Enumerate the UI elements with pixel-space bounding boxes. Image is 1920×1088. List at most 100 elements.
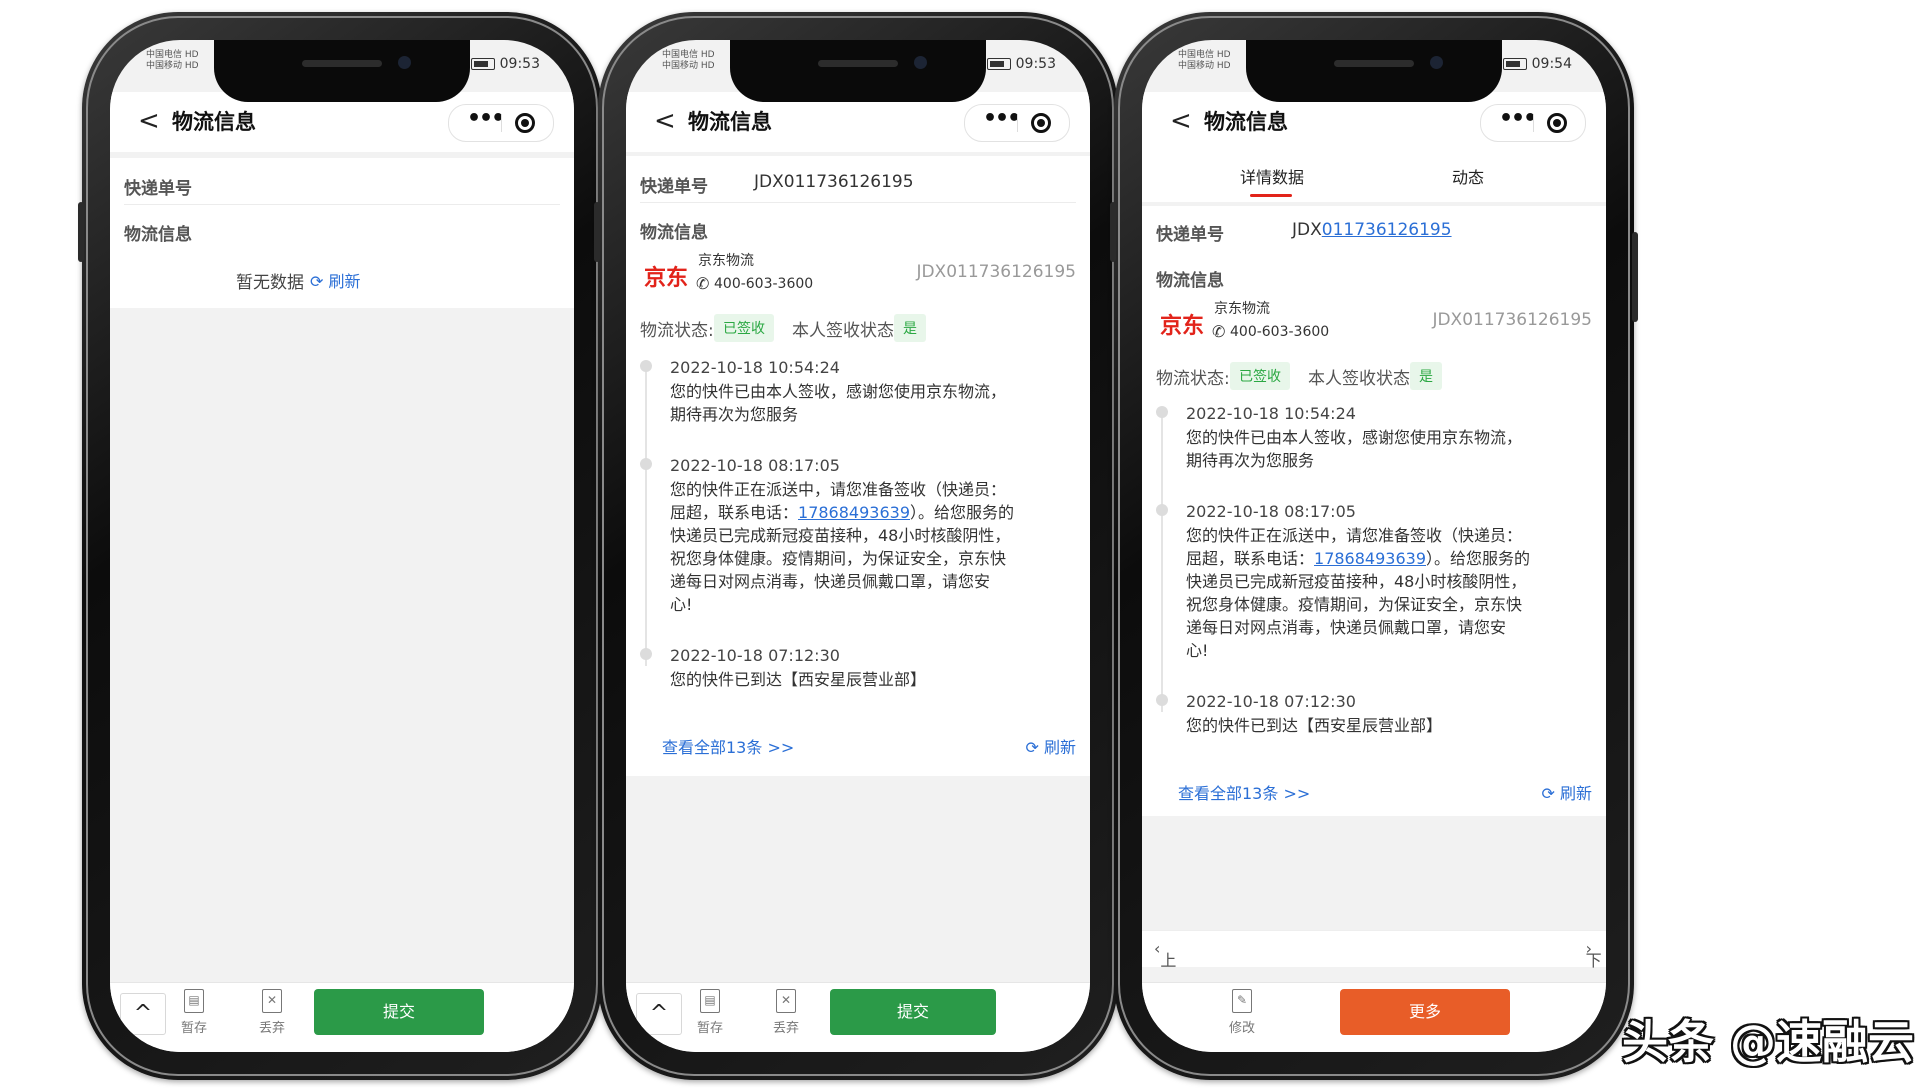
timeline-time: 2022-10-18 08:17:05	[1186, 502, 1356, 521]
carrier-info: 中国电信 HD 中国移动 HD	[146, 50, 199, 71]
notch	[730, 40, 986, 102]
no-data-text: 暂无数据	[236, 273, 304, 293]
power-button	[1632, 232, 1638, 322]
carrier-name: 京东物流	[698, 253, 754, 269]
form-card: 快递单号 物流信息 暂无数据 ⟳ 刷新	[110, 158, 574, 308]
page-title: 物流信息	[172, 110, 256, 134]
carrier-tracking-number: JDX011736126195	[1432, 310, 1592, 330]
timeline-dot	[1156, 694, 1168, 706]
save-draft-button[interactable]: ▤ 暂存	[690, 989, 730, 1036]
carrier-info: 中国电信 HD 中国移动 HD	[1178, 50, 1231, 71]
screen: 中国电信 HD 中国移动 HD 09:53 < 物流信息 ••• 快递单号 物流信…	[110, 40, 574, 1052]
notch	[1246, 40, 1502, 102]
timeline-dot	[640, 458, 652, 470]
more-icon[interactable]: •••	[983, 106, 1021, 131]
timeline-line	[645, 366, 647, 666]
record-pager: ‹ 上一条 下一条 ›	[1142, 930, 1606, 1018]
status-time: 09:54	[1502, 56, 1572, 72]
close-target-icon[interactable]	[1547, 113, 1567, 133]
phone-tracking-detail: 中国电信 HD 中国移动 HD 09:53 < 物流信息 ••• 快递单号 JDX…	[594, 12, 1122, 1080]
battery-icon	[1502, 58, 1527, 70]
timeline-line	[1161, 412, 1163, 712]
tracking-number: JDX011736126195	[754, 172, 914, 192]
courier-phone-link[interactable]: 17868493639	[798, 503, 910, 522]
battery-icon	[986, 58, 1011, 70]
timeline-time: 2022-10-18 08:17:05	[670, 456, 840, 475]
more-icon[interactable]: •••	[467, 106, 505, 131]
more-actions-button[interactable]: 更多	[1340, 989, 1510, 1035]
bottom-toolbar: ✎ 修改 更多	[1142, 982, 1606, 1052]
tab-detail[interactable]: 详情数据	[1240, 164, 1304, 188]
collapse-button[interactable]: ^	[636, 993, 682, 1035]
discard-button[interactable]: ✕ 丢弃	[252, 989, 292, 1036]
timeline-dot	[1156, 406, 1168, 418]
next-record-button[interactable]: 下一条 ›	[1586, 939, 1602, 1018]
miniprogram-capsule[interactable]: •••	[1480, 104, 1586, 142]
refresh-icon: ⟳	[1541, 784, 1555, 803]
timeline-text: 您的快件已由本人签收，感谢您使用京东物流， 期待再次为您服务	[670, 382, 1007, 424]
back-icon[interactable]: <	[654, 106, 676, 136]
refresh-button[interactable]: ⟳ 刷新	[1541, 780, 1592, 804]
self-sign-label: 本人签收状态:	[1308, 369, 1416, 389]
save-draft-button[interactable]: ▤ 暂存	[174, 989, 214, 1036]
miniprogram-capsule[interactable]: •••	[448, 104, 554, 142]
timeline-time: 2022-10-18 07:12:30	[1186, 692, 1356, 711]
notch	[214, 40, 470, 102]
tab-dynamic[interactable]: 动态	[1452, 164, 1484, 188]
bottom-toolbar: ^ ▤ 暂存 ✕ 丢弃 提交	[110, 982, 574, 1052]
logistics-status-badge: 已签收	[1230, 362, 1290, 390]
page-title: 物流信息	[688, 110, 772, 134]
tracking-number-link[interactable]: 011736126195	[1322, 220, 1452, 240]
timeline-text: 您的快件已由本人签收，感谢您使用京东物流， 期待再次为您服务	[1186, 428, 1523, 470]
back-icon[interactable]: <	[1170, 106, 1192, 136]
courier-phone-link[interactable]: 17868493639	[1314, 549, 1426, 568]
screen: 中国电信 HD 中国移动 HD 09:54 < 物流信息 ••• 详情数据 动态 …	[1142, 40, 1606, 1052]
view-all-link[interactable]: 查看全部13条 >>	[662, 734, 794, 758]
carrier-info: 中国电信 HD 中国移动 HD	[662, 50, 715, 71]
discard-button[interactable]: ✕ 丢弃	[766, 989, 806, 1036]
self-sign-label: 本人签收状态:	[792, 321, 900, 341]
discard-icon: ✕	[776, 989, 796, 1013]
jd-logo: 京东	[1160, 314, 1205, 339]
detail-card: 快递单号 JDX011736126195 物流信息 京东 京东物流 ✆ 400-…	[1142, 206, 1606, 816]
carrier-name: 京东物流	[1214, 301, 1270, 317]
jd-logo: 京东	[644, 266, 689, 291]
refresh-button[interactable]: ⟳ 刷新	[1025, 734, 1076, 758]
refresh-button[interactable]: ⟳ 刷新	[310, 268, 361, 292]
phone-icon: ✆	[696, 274, 710, 293]
edit-button[interactable]: ✎ 修改	[1222, 989, 1262, 1036]
submit-button[interactable]: 提交	[314, 989, 484, 1035]
self-sign-badge: 是	[894, 314, 926, 342]
view-all-link[interactable]: 查看全部13条 >>	[1178, 780, 1310, 804]
close-target-icon[interactable]	[515, 113, 535, 133]
tracking-number: JDX011736126195	[1292, 220, 1452, 240]
logistics-label: 物流信息	[640, 223, 708, 243]
volume-button	[1110, 202, 1116, 262]
miniprogram-capsule[interactable]: •••	[964, 104, 1070, 142]
tracking-label: 快递单号	[1156, 225, 1224, 245]
more-icon[interactable]: •••	[1499, 106, 1537, 131]
tracking-label: 快递单号	[124, 179, 192, 199]
timeline-text: 您的快件已到达【西安星辰营业部】	[1186, 716, 1443, 735]
timeline-time: 2022-10-18 07:12:30	[670, 646, 840, 665]
volume-button	[78, 202, 84, 262]
close-target-icon[interactable]	[1031, 113, 1051, 133]
timeline-dot	[640, 648, 652, 660]
back-icon[interactable]: <	[138, 106, 160, 136]
submit-button[interactable]: 提交	[830, 989, 996, 1035]
collapse-button[interactable]: ^	[120, 993, 166, 1035]
bottom-toolbar: ^ ▤ 暂存 ✕ 丢弃 提交	[626, 982, 1090, 1052]
page-title: 物流信息	[1204, 110, 1288, 134]
carrier-phone[interactable]: 400-603-3600	[714, 276, 813, 292]
self-sign-badge: 是	[1410, 362, 1442, 390]
logistics-status-label: 物流状态:	[640, 321, 714, 341]
carrier-phone[interactable]: 400-603-3600	[1230, 324, 1329, 340]
timeline-text: 您的快件正在派送中，请您准备签收（快递员： 屈超，联系电话：1786849363…	[1186, 526, 1531, 660]
logistics-status-label: 物流状态:	[1156, 369, 1230, 389]
phone-empty-state: 中国电信 HD 中国移动 HD 09:53 < 物流信息 ••• 快递单号 物流信…	[78, 12, 606, 1080]
screen: 中国电信 HD 中国移动 HD 09:53 < 物流信息 ••• 快递单号 JDX…	[626, 40, 1090, 1052]
prev-record-button[interactable]: ‹ 上一条	[1154, 939, 1176, 1018]
logistics-status-badge: 已签收	[714, 314, 774, 342]
save-icon: ▤	[184, 989, 204, 1013]
watermark: 头条 @速融云	[1621, 1015, 1914, 1069]
